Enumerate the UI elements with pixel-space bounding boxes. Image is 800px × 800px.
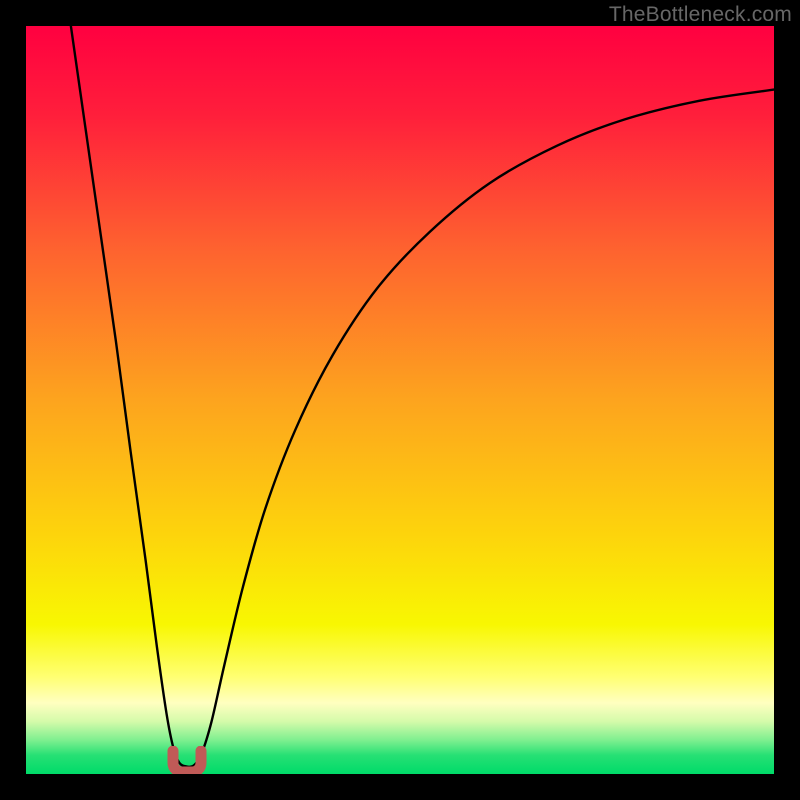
minimum-marker bbox=[164, 746, 210, 774]
watermark-text: TheBottleneck.com bbox=[609, 3, 792, 27]
plot-area bbox=[26, 26, 774, 774]
bottleneck-curve bbox=[26, 26, 774, 774]
chart-frame: TheBottleneck.com bbox=[0, 0, 800, 800]
